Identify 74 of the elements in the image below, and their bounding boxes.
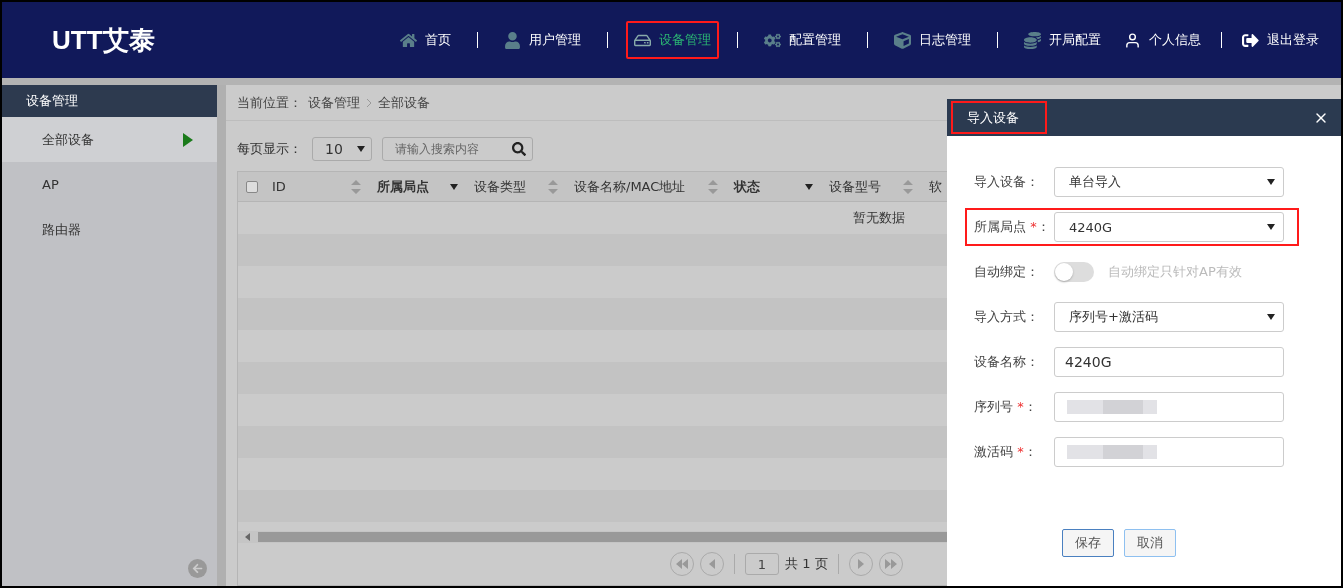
- sidebar-item[interactable]: AP: [2, 162, 217, 207]
- nav-item[interactable]: 首页: [392, 21, 459, 59]
- column-header[interactable]: ID: [272, 179, 377, 194]
- cube-icon: [894, 31, 911, 49]
- sort-icon: [708, 179, 718, 194]
- field-label: 激活码 *：: [973, 443, 1038, 461]
- column-header[interactable]: 设备类型: [474, 177, 574, 196]
- double-left-icon: [676, 559, 688, 569]
- triangle-icon: [183, 132, 193, 147]
- toggle-hint: 自动绑定只针对AP有效: [1108, 263, 1242, 281]
- page-size-select[interactable]: 10: [312, 137, 372, 161]
- breadcrumb-item[interactable]: 设备管理: [308, 93, 360, 112]
- column-header[interactable]: 所属局点: [377, 177, 474, 196]
- sort-icon: [548, 179, 558, 194]
- sidebar-item-label: 全部设备: [42, 130, 94, 149]
- empty-table-message: 暂无数据: [853, 209, 905, 227]
- caret-icon: [1267, 314, 1275, 320]
- collapse-icon[interactable]: [188, 559, 207, 578]
- sidebar-item[interactable]: 全部设备: [2, 117, 217, 162]
- field-label: 序列号 *：: [973, 398, 1038, 416]
- field-label: 导入方式：: [973, 308, 1040, 326]
- select-field[interactable]: 序列号+激活码: [1054, 302, 1284, 332]
- chevron-icon: [366, 98, 372, 107]
- caret-icon: [357, 146, 365, 152]
- logout-icon: [1242, 31, 1259, 49]
- header-link[interactable]: 退出登录: [1234, 21, 1327, 59]
- input-field[interactable]: [1054, 392, 1284, 422]
- sidebar-item[interactable]: 路由器: [2, 207, 217, 252]
- search-icon[interactable]: [512, 142, 526, 156]
- sidebar-title: 设备管理: [2, 85, 217, 117]
- select-field[interactable]: 4240G: [1054, 212, 1284, 242]
- input-field[interactable]: 4240G: [1054, 347, 1284, 377]
- search-field[interactable]: 请输入搜索内容: [382, 137, 533, 161]
- nav-item[interactable]: 开局配置: [1016, 21, 1109, 59]
- page-number-field[interactable]: 1: [745, 553, 779, 575]
- coins-icon: [1024, 31, 1041, 49]
- breadcrumb-item[interactable]: 全部设备: [378, 93, 430, 112]
- field-label: 自动绑定：: [973, 263, 1040, 281]
- page-size-label: 每页显示：: [237, 140, 302, 158]
- select-field[interactable]: 单台导入: [1054, 167, 1284, 197]
- toggle-switch[interactable]: [1054, 262, 1094, 282]
- header-link[interactable]: 个人信息: [1116, 21, 1209, 59]
- sort-icon: [903, 179, 913, 194]
- breadcrumb-label: 当前位置：: [237, 93, 302, 112]
- brand-logo: UTT艾泰: [52, 23, 156, 57]
- nav-item[interactable]: 设备管理: [626, 21, 719, 59]
- field-label: 导入设备：: [973, 173, 1040, 191]
- sidebar-item-label: 路由器: [42, 220, 81, 239]
- gears-icon: [764, 31, 781, 49]
- field-label: 设备名称：: [973, 353, 1040, 371]
- home-icon: [400, 31, 417, 49]
- sidebar-item-label: AP: [42, 177, 59, 192]
- user-icon: [504, 31, 521, 49]
- input-field[interactable]: [1054, 437, 1284, 467]
- double-right-icon: [884, 559, 897, 569]
- user-icon: [1124, 31, 1141, 49]
- field-label: 所属局点 *：: [973, 218, 1051, 236]
- filter-icon[interactable]: [450, 183, 458, 190]
- nav-item[interactable]: 配置管理: [756, 21, 849, 59]
- nav-item[interactable]: 日志管理: [886, 21, 979, 59]
- column-header[interactable]: 设备型号: [829, 177, 929, 196]
- save-button[interactable]: 保存: [1062, 529, 1114, 557]
- select-all-checkbox[interactable]: [246, 180, 258, 193]
- cancel-button[interactable]: 取消: [1124, 529, 1176, 557]
- filter-icon[interactable]: [805, 183, 813, 190]
- caret-icon: [1267, 224, 1275, 230]
- scroll-left-icon[interactable]: [244, 532, 252, 542]
- column-header[interactable]: 设备名称/MAC地址: [574, 177, 734, 196]
- caret-icon: [1267, 179, 1275, 185]
- nav-item[interactable]: 用户管理: [496, 21, 589, 59]
- sort-icon: [351, 179, 361, 194]
- column-header[interactable]: 状态: [734, 177, 829, 196]
- page-total: 共 1 页: [785, 555, 828, 573]
- dialog-title: 导入设备: [951, 101, 1047, 134]
